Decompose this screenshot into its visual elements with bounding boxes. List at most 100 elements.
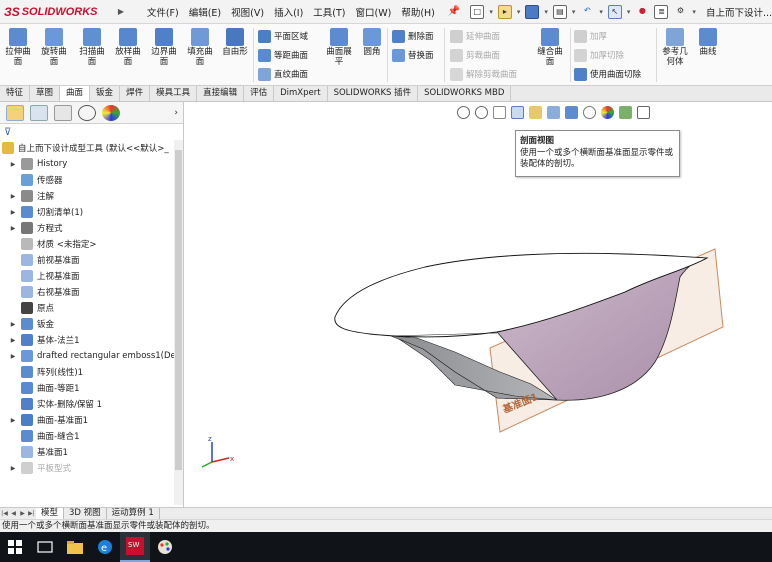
display-manager-tab-icon[interactable]: [102, 104, 120, 121]
open-dropdown-icon[interactable]: ▾: [517, 8, 521, 16]
windows-start-icon[interactable]: [0, 532, 30, 562]
expand-arrow-icon[interactable]: ▶: [8, 337, 18, 344]
menu-insert[interactable]: 插入(I): [269, 5, 308, 19]
select-icon[interactable]: ↖: [607, 4, 622, 19]
select-dropdown-icon[interactable]: ▾: [627, 8, 631, 16]
curves-button[interactable]: 曲线: [696, 28, 720, 57]
replace-face-button[interactable]: 替换面: [392, 46, 434, 64]
tab-dimxpert[interactable]: DimXpert: [274, 86, 328, 101]
fillet-button[interactable]: 圆角: [360, 28, 384, 57]
tab-evaluate[interactable]: 评估: [244, 86, 275, 101]
tree-item[interactable]: 原点: [0, 300, 183, 316]
print-dropdown-icon[interactable]: ▾: [572, 8, 576, 16]
reference-geometry-button[interactable]: 参考几何体: [660, 28, 690, 67]
tab-mbd[interactable]: SOLIDWORKS MBD: [418, 86, 512, 101]
tab-3d-views[interactable]: 3D 视图: [64, 508, 107, 519]
options-dropdown-icon[interactable]: ▾: [692, 8, 696, 16]
paint-icon[interactable]: [150, 532, 180, 562]
freeform-button[interactable]: 自由形: [220, 28, 250, 57]
tab-motion-study[interactable]: 运动算例 1: [107, 508, 160, 519]
tree-item[interactable]: 前视基准面: [0, 252, 183, 268]
extruded-surface-button[interactable]: 拉伸曲面: [4, 28, 32, 67]
zoom-fit-icon[interactable]: [457, 106, 470, 119]
view-settings-icon[interactable]: [637, 106, 650, 119]
revolved-surface-button[interactable]: 旋转曲面: [40, 28, 68, 67]
tree-item[interactable]: 阵列(线性)1: [0, 364, 183, 380]
pin-menu-icon[interactable]: 📌: [448, 6, 460, 17]
undo-dropdown-icon[interactable]: ▾: [599, 8, 603, 16]
menu-help[interactable]: 帮助(H): [396, 5, 440, 19]
save-dropdown-icon[interactable]: ▾: [544, 8, 548, 16]
print-icon[interactable]: ▤: [552, 4, 567, 19]
solidworks-logo[interactable]: ЗS SOLIDWORKS: [0, 5, 118, 19]
tree-item[interactable]: 基准面1: [0, 444, 183, 460]
display-style-icon[interactable]: [565, 106, 578, 119]
lofted-surface-button[interactable]: 放样曲面: [114, 28, 142, 67]
tree-item[interactable]: ▶ drafted rectangular emboss1(De: [0, 348, 183, 364]
thicken-button[interactable]: 加厚: [574, 27, 607, 45]
edit-appearance-icon[interactable]: [601, 106, 614, 119]
expand-arrow-icon[interactable]: ▶: [8, 321, 18, 328]
zoom-area-icon[interactable]: [475, 106, 488, 119]
surface-flatten-button[interactable]: 曲面展平: [324, 28, 354, 67]
menu-tools[interactable]: 工具(T): [308, 5, 350, 19]
tree-item[interactable]: 曲面-缝合1: [0, 428, 183, 444]
menu-file[interactable]: 文件(F): [142, 5, 184, 19]
thicken-cut-button[interactable]: 加厚切除: [574, 46, 624, 64]
menu-edit[interactable]: 编辑(E): [184, 5, 226, 19]
previous-view-icon[interactable]: [493, 106, 506, 119]
tree-item[interactable]: ▶ 曲面-基准面1: [0, 412, 183, 428]
prev-tab-icon[interactable]: ◀: [9, 510, 18, 517]
ruled-surface-button[interactable]: 直纹曲面: [258, 65, 308, 83]
next-tab-icon[interactable]: ▶: [18, 510, 27, 517]
tree-item[interactable]: ▶ 方程式: [0, 220, 183, 236]
section-view-icon[interactable]: [511, 106, 524, 119]
expand-arrow-icon[interactable]: ▶: [8, 193, 18, 200]
traffic-light-icon[interactable]: ●: [635, 5, 649, 19]
new-document-icon[interactable]: □: [470, 4, 485, 19]
tab-weldments[interactable]: 焊件: [120, 86, 151, 101]
new-dropdown-icon[interactable]: ▾: [489, 8, 493, 16]
tree-item[interactable]: 曲面-等距1: [0, 380, 183, 396]
filter-icon[interactable]: ⊽: [4, 127, 11, 138]
first-tab-icon[interactable]: |◀: [0, 510, 9, 517]
tree-scrollbar[interactable]: [174, 140, 183, 505]
knit-surface-button[interactable]: 缝合曲面: [534, 28, 566, 67]
boundary-surface-button[interactable]: 边界曲面: [150, 28, 178, 67]
tab-mold-tools[interactable]: 模具工具: [150, 86, 198, 101]
tree-item[interactable]: ▶ 平板型式: [0, 460, 183, 476]
dimxpert-manager-tab-icon[interactable]: [78, 104, 96, 121]
open-icon[interactable]: ▸: [497, 4, 512, 19]
tree-item[interactable]: ▶ 基体-法兰1: [0, 332, 183, 348]
model-view[interactable]: z x: [185, 102, 772, 507]
trim-surface-button[interactable]: 剪裁曲面: [450, 46, 500, 64]
property-manager-tab-icon[interactable]: [30, 104, 48, 121]
tree-item[interactable]: ▶ 切割清单(1): [0, 204, 183, 220]
untrim-surface-button[interactable]: 解除剪裁曲面: [450, 65, 517, 83]
scrollbar-thumb[interactable]: [175, 150, 182, 470]
planar-surface-button[interactable]: 平面区域: [258, 27, 308, 45]
configuration-manager-tab-icon[interactable]: [54, 104, 72, 121]
file-explorer-icon[interactable]: [60, 532, 90, 562]
last-tab-icon[interactable]: ▶|: [27, 510, 36, 517]
panel-expand-icon[interactable]: ›: [174, 108, 178, 118]
hide-show-icon[interactable]: [583, 106, 596, 119]
tree-item[interactable]: 右视基准面: [0, 284, 183, 300]
tab-sheet-metal[interactable]: 钣金: [90, 86, 121, 101]
extend-surface-button[interactable]: 延伸曲面: [450, 27, 500, 45]
save-icon[interactable]: [525, 4, 540, 19]
tree-item[interactable]: ▶ History: [0, 156, 183, 172]
edge-icon[interactable]: e: [90, 532, 120, 562]
tree-item[interactable]: 实体-删除/保留 1: [0, 396, 183, 412]
tree-item[interactable]: 上视基准面: [0, 268, 183, 284]
view-orientation-icon[interactable]: [547, 106, 560, 119]
tab-direct-editing[interactable]: 直接编辑: [197, 86, 245, 101]
tab-sketch[interactable]: 草图: [30, 86, 61, 101]
graphics-area[interactable]: z x 基准面1 剖面视图 使用一个或多个横断面基准面显示零件或装配体的剖切。: [185, 102, 772, 507]
expand-arrow-icon[interactable]: ▶: [8, 161, 18, 168]
expand-arrow-icon[interactable]: ▶: [8, 353, 18, 360]
menu-window[interactable]: 窗口(W): [351, 5, 397, 19]
apply-scene-icon[interactable]: [619, 106, 632, 119]
tree-item[interactable]: ▶ 注解: [0, 188, 183, 204]
expand-arrow-icon[interactable]: ▶: [8, 225, 18, 232]
